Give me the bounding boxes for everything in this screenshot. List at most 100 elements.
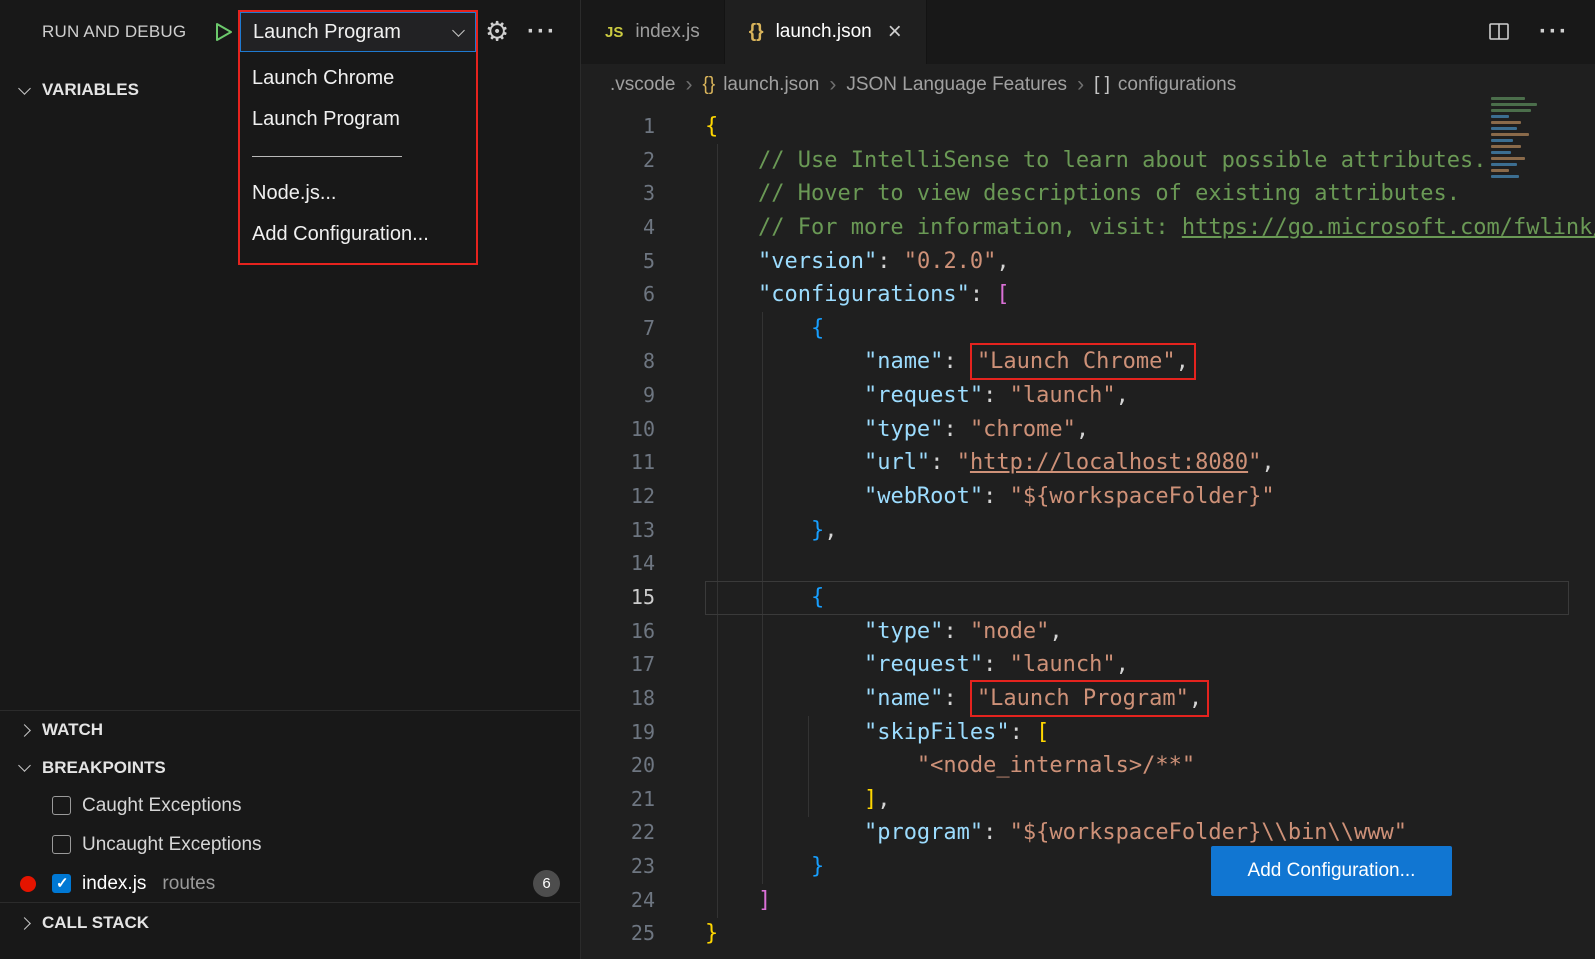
checkbox-unchecked[interactable] bbox=[52, 835, 71, 854]
menu-separator bbox=[252, 156, 402, 157]
line-number: 11 bbox=[581, 446, 655, 480]
line-number: 13 bbox=[581, 514, 655, 548]
line-number: 12 bbox=[581, 480, 655, 514]
code-line[interactable]: "version": "0.2.0", bbox=[705, 245, 1595, 279]
tab-label: launch.json bbox=[776, 21, 872, 43]
code-line[interactable]: }, bbox=[705, 514, 1595, 548]
line-number: 9 bbox=[581, 379, 655, 413]
code-line[interactable]: { bbox=[705, 312, 1595, 346]
code-line[interactable]: } bbox=[705, 850, 1595, 884]
symbol-icon: [ ] bbox=[1094, 74, 1110, 96]
more-actions-icon[interactable]: ··· bbox=[527, 18, 557, 46]
line-number: 16 bbox=[581, 615, 655, 649]
section-label: WATCH bbox=[42, 720, 103, 740]
tab-launch-json[interactable]: {} launch.json × bbox=[725, 0, 927, 64]
code-line[interactable]: // For more information, visit: https://… bbox=[705, 211, 1595, 245]
line-number: 4 bbox=[581, 211, 655, 245]
breakpoint-label: index.js bbox=[82, 873, 146, 895]
code-line[interactable]: "request": "launch", bbox=[705, 648, 1595, 682]
breadcrumb: .vscode › {} launch.json › JSON Language Feat… bbox=[581, 64, 1595, 106]
code-line[interactable]: } bbox=[705, 917, 1595, 951]
chevron-down-icon bbox=[452, 24, 465, 37]
code-line[interactable]: "url": "http://localhost:8080", bbox=[705, 446, 1595, 480]
javascript-file-icon: JS bbox=[605, 24, 623, 41]
line-number: 22 bbox=[581, 816, 655, 850]
chevron-down-icon bbox=[18, 82, 31, 95]
breadcrumb-item-json-language-features[interactable]: JSON Language Features bbox=[846, 74, 1067, 96]
code-line[interactable]: "webRoot": "${workspaceFolder}" bbox=[705, 480, 1595, 514]
line-number: 21 bbox=[581, 783, 655, 817]
menu-item-launch-program[interactable]: Launch Program bbox=[240, 99, 476, 140]
code-line[interactable]: "configurations": [ bbox=[705, 278, 1595, 312]
code-editor[interactable]: 1234567891011121314151617181920212223242… bbox=[581, 106, 1595, 959]
symbol-icon: {} bbox=[702, 74, 715, 96]
breakpoints-list: Caught Exceptions Uncaught Exceptions inde… bbox=[0, 786, 580, 903]
debug-config-selected: Launch Program bbox=[253, 21, 454, 44]
line-number: 23 bbox=[581, 850, 655, 884]
breakpoint-label: Caught Exceptions bbox=[82, 795, 242, 817]
section-label: CALL STACK bbox=[42, 913, 149, 933]
menu-item-node-js[interactable]: Node.js... bbox=[240, 173, 476, 214]
breadcrumb-label: launch.json bbox=[723, 74, 819, 96]
code-line[interactable]: // Use IntelliSense to learn about possi… bbox=[705, 144, 1595, 178]
code-line[interactable]: { bbox=[705, 110, 1595, 144]
breadcrumb-item-vscode[interactable]: .vscode bbox=[610, 74, 675, 96]
breadcrumb-item-configurations[interactable]: [ ] configurations bbox=[1094, 74, 1236, 96]
code-lines[interactable]: { // Use IntelliSense to learn about pos… bbox=[705, 110, 1595, 951]
code-line[interactable]: "name": "Launch Program", bbox=[705, 682, 1595, 716]
breakpoint-row[interactable]: index.js routes 6 bbox=[0, 864, 580, 903]
line-number: 15 bbox=[581, 581, 655, 615]
gear-icon[interactable]: ⚙ bbox=[485, 17, 509, 48]
section-watch[interactable]: WATCH bbox=[0, 710, 580, 749]
code-line[interactable]: "skipFiles": [ bbox=[705, 716, 1595, 750]
minimap[interactable] bbox=[1487, 95, 1545, 187]
breadcrumb-separator: › bbox=[829, 73, 836, 97]
breakpoint-label: Uncaught Exceptions bbox=[82, 834, 262, 856]
debug-config-menu: Launch ChromeLaunch Program Node.js...Add… bbox=[240, 52, 476, 263]
breadcrumb-label: JSON Language Features bbox=[846, 74, 1067, 96]
line-number: 1 bbox=[581, 110, 655, 144]
code-line[interactable]: "<node_internals>/**" bbox=[705, 749, 1595, 783]
section-breakpoints[interactable]: BREAKPOINTS bbox=[0, 749, 580, 786]
breakpoint-row[interactable]: Uncaught Exceptions bbox=[0, 825, 580, 864]
json-file-icon: {} bbox=[749, 21, 764, 43]
breadcrumb-label: configurations bbox=[1118, 74, 1236, 96]
debug-config-dropdown[interactable]: Launch Program bbox=[240, 12, 476, 52]
line-number: 6 bbox=[581, 278, 655, 312]
editor-more-actions-icon[interactable]: ··· bbox=[1539, 18, 1569, 46]
line-number: 20 bbox=[581, 749, 655, 783]
menu-item-launch-chrome[interactable]: Launch Chrome bbox=[240, 58, 476, 99]
tab-label: index.js bbox=[635, 21, 699, 43]
breakpoint-icon[interactable] bbox=[20, 876, 36, 892]
breakpoint-row[interactable]: Caught Exceptions bbox=[0, 786, 580, 825]
code-line[interactable]: "type": "node", bbox=[705, 615, 1595, 649]
section-label: VARIABLES bbox=[42, 80, 139, 100]
checkbox-unchecked[interactable] bbox=[52, 796, 71, 815]
menu-item-add-configuration[interactable]: Add Configuration... bbox=[240, 214, 476, 255]
chevron-down-icon bbox=[18, 759, 31, 772]
annotation-box-dropdown: Launch Program Launch ChromeLaunch Progr… bbox=[238, 10, 478, 265]
code-line[interactable]: { bbox=[705, 581, 1595, 615]
section-call-stack[interactable]: CALL STACK bbox=[0, 902, 580, 943]
add-configuration-button[interactable]: Add Configuration... bbox=[1211, 846, 1452, 896]
code-line[interactable]: ] bbox=[705, 884, 1595, 918]
breakpoint-detail: routes bbox=[162, 873, 215, 895]
code-line[interactable]: "name": "Launch Chrome", bbox=[705, 345, 1595, 379]
line-number: 10 bbox=[581, 413, 655, 447]
line-number: 18 bbox=[581, 682, 655, 716]
code-line[interactable] bbox=[705, 547, 1595, 581]
line-number: 17 bbox=[581, 648, 655, 682]
split-editor-icon[interactable] bbox=[1487, 20, 1511, 44]
checkbox-checked[interactable] bbox=[52, 874, 71, 893]
breadcrumb-item-launch-json[interactable]: {} launch.json bbox=[702, 74, 819, 96]
close-icon[interactable]: × bbox=[888, 20, 902, 44]
code-line[interactable]: "program": "${workspaceFolder}\\bin\\www… bbox=[705, 816, 1595, 850]
code-line[interactable]: // Hover to view descriptions of existin… bbox=[705, 177, 1595, 211]
start-debugging-icon[interactable] bbox=[211, 20, 235, 44]
breadcrumb-separator: › bbox=[685, 73, 692, 97]
tab-index-js[interactable]: JS index.js bbox=[581, 0, 725, 64]
code-line[interactable]: "type": "chrome", bbox=[705, 413, 1595, 447]
count-badge: 6 bbox=[533, 870, 560, 897]
code-line[interactable]: "request": "launch", bbox=[705, 379, 1595, 413]
code-line[interactable]: ], bbox=[705, 783, 1595, 817]
